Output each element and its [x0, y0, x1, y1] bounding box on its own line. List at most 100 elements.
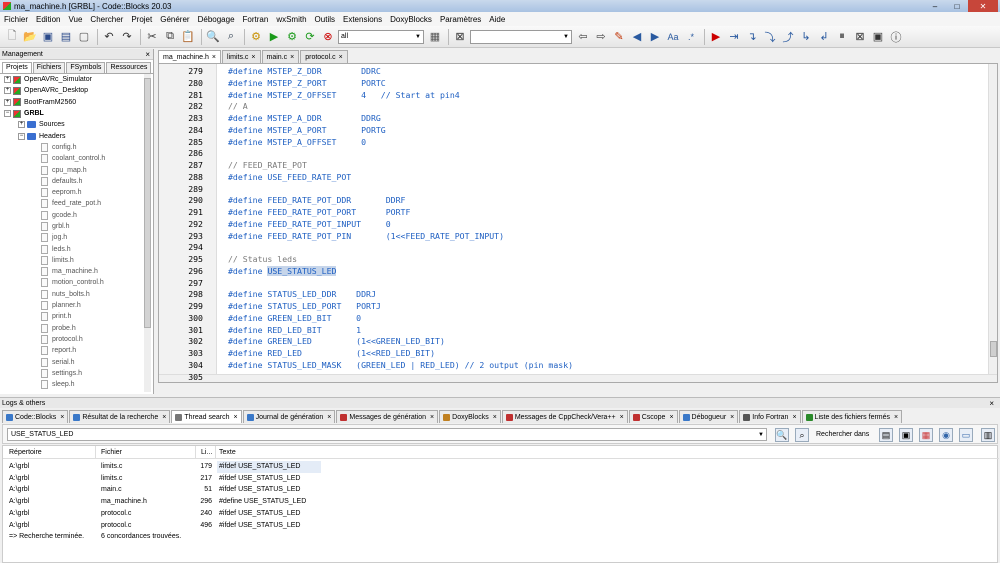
tree-item[interactable]: sleep.h — [0, 379, 153, 390]
highlight-pen-icon[interactable]: ✎ — [611, 29, 627, 45]
search-combo[interactable]: ▼ — [470, 29, 572, 44]
tree-item[interactable]: − GRBL — [0, 108, 153, 119]
open-icon[interactable]: 📂 — [22, 29, 38, 45]
code-line[interactable]: 286 — [159, 148, 989, 160]
build-run-icon[interactable]: ⚙ — [284, 29, 300, 45]
logs-tab[interactable]: Liste des fichiers fermés × — [801, 410, 903, 423]
expand-icon[interactable]: + — [18, 121, 25, 129]
next-occurrence-icon[interactable]: ▶ — [647, 29, 663, 45]
tree-scrollbar[interactable] — [144, 74, 151, 392]
code-line[interactable]: 280 #define MSTEP_Z_PORT PORTC — [159, 78, 989, 90]
close-window-button[interactable]: ✕ — [968, 0, 998, 12]
menu-fortran[interactable]: Fortran — [243, 15, 269, 24]
close-tab-icon[interactable]: × — [792, 414, 796, 421]
new-file-icon[interactable]: 🗋 — [4, 29, 20, 45]
logs-tab[interactable]: Cscope × — [628, 410, 678, 423]
thread-search-input[interactable]: USE_STATUS_LED ▼ — [7, 428, 767, 441]
stop-debug-icon[interactable]: ⊠ — [852, 29, 868, 45]
tree-item[interactable]: config.h — [0, 142, 153, 153]
close-management-button[interactable]: × — [145, 50, 150, 59]
abort-build-icon[interactable]: ⊗ — [320, 29, 336, 45]
menu-outils[interactable]: Outils — [315, 15, 335, 24]
cut-icon[interactable]: ✂ — [144, 29, 160, 45]
code-line[interactable]: 304 #define STATUS_LED_MASK (GREEN_LED | … — [159, 360, 989, 372]
code-line[interactable]: 302 #define GREEN_LED (1<<GREEN_LED_BIT) — [159, 336, 989, 348]
code-line[interactable]: 284 #define MSTEP_A_PORT PORTG — [159, 125, 989, 137]
debug-run-icon[interactable]: ▶ — [708, 29, 724, 45]
tree-item[interactable]: + OpenAVRc_Simulator — [0, 74, 153, 85]
next-instruction-icon[interactable]: ↳ — [798, 29, 814, 45]
editor-tab[interactable]: ma_machine.h × — [158, 50, 222, 63]
save-icon[interactable]: ▣ — [40, 29, 56, 45]
close-tab-icon[interactable]: × — [60, 414, 64, 421]
code-line[interactable]: 283 #define MSTEP_A_DDR DDRG — [159, 113, 989, 125]
logs-tab[interactable]: Journal de génération × — [242, 410, 336, 423]
nav-forward-icon[interactable]: ⇨ — [593, 29, 609, 45]
tree-item[interactable]: probe.h — [0, 323, 153, 334]
tab-fsymbols[interactable]: FSymbols — [66, 62, 106, 73]
expand-icon[interactable]: + — [4, 98, 11, 106]
expand-icon[interactable]: + — [4, 87, 11, 95]
menu-parametres[interactable]: Paramètres — [440, 15, 481, 24]
run-to-cursor-icon[interactable]: ⇥ — [726, 29, 742, 45]
close-tab-icon[interactable]: × — [493, 414, 497, 421]
tree-scroll-thumb[interactable] — [144, 78, 151, 328]
tree-item[interactable]: limits.h — [0, 255, 153, 266]
minimize-button[interactable]: – — [924, 0, 946, 12]
tree-item[interactable]: feed_rate_pot.h — [0, 198, 153, 209]
close-tab-icon[interactable]: × — [894, 414, 898, 421]
code-line[interactable]: 298 #define STATUS_LED_DDR DDRJ — [159, 289, 989, 301]
editor-vertical-scrollbar[interactable] — [988, 64, 997, 374]
tree-item[interactable]: leds.h — [0, 243, 153, 254]
code-line[interactable]: 292 #define FEED_RATE_POT_INPUT 0 — [159, 219, 989, 231]
column-fichier[interactable]: Fichier — [101, 449, 122, 456]
column-texte[interactable]: Texte — [219, 449, 236, 456]
replace-icon[interactable]: ⌕ — [223, 29, 239, 45]
regex-icon[interactable]: .* — [683, 29, 699, 45]
search-icon[interactable]: 🔍 — [775, 428, 789, 442]
logs-tab[interactable]: Code::Blocks × — [2, 410, 69, 423]
tree-item[interactable]: eeprom.h — [0, 187, 153, 198]
search-scope-open-files-icon[interactable]: ▤ — [879, 428, 893, 442]
paste-icon[interactable]: 📋 — [180, 29, 196, 45]
logs-tab[interactable]: DoxyBlocks × — [439, 410, 501, 423]
build-gear-icon[interactable]: ⚙ — [248, 29, 264, 45]
tab-projets[interactable]: Projets — [2, 62, 32, 73]
collapse-icon[interactable]: − — [4, 110, 11, 118]
table-row[interactable]: A:\grbl ma_machine.h 296 #define USE_STATUS… — [3, 496, 999, 508]
editor-scroll-thumb[interactable] — [990, 341, 997, 357]
code-line[interactable]: 295 // Status leds — [159, 254, 989, 266]
menu-debogage[interactable]: Débogage — [198, 15, 235, 24]
table-row[interactable]: A:\grbl main.c 51 #ifdef USE_STATUS_LED — [3, 484, 999, 496]
undo-icon[interactable]: ↶ — [101, 29, 117, 45]
column-divider[interactable] — [95, 446, 96, 459]
logs-tab[interactable]: Thread search × — [171, 410, 242, 423]
column-ligne[interactable]: Li... — [201, 449, 212, 456]
step-into-icon[interactable]: ⤵ — [762, 29, 778, 45]
search-scope-project-icon[interactable]: ◉ — [939, 428, 953, 442]
chevron-down-icon[interactable]: ▼ — [758, 432, 764, 438]
table-row[interactable]: A:\grbl limits.c 217 #ifdef USE_STATUS_LED — [3, 473, 999, 485]
logs-tab[interactable]: Info Fortran × — [739, 410, 801, 423]
tree-item[interactable]: ma_machine.h — [0, 266, 153, 277]
expand-icon[interactable]: + — [4, 76, 11, 84]
tree-item[interactable]: − Headers — [0, 130, 153, 141]
table-row[interactable]: A:\grbl protocol.c 240 #ifdef USE_STATUS_LE… — [3, 508, 999, 520]
tab-ressources[interactable]: Ressources — [106, 62, 152, 73]
tree-item[interactable]: planner.h — [0, 300, 153, 311]
close-tab-icon[interactable]: × — [730, 414, 734, 421]
code-editor[interactable]: 279 #define MSTEP_Z_DDR DDRC 280 #define MS… — [158, 63, 998, 383]
prev-occurrence-icon[interactable]: ◀ — [629, 29, 645, 45]
tree-item[interactable]: cpu_map.h — [0, 164, 153, 175]
show-target-dialog-icon[interactable]: ▦ — [427, 29, 443, 45]
code-line[interactable]: 290 #define FEED_RATE_POT_DDR DDRF — [159, 195, 989, 207]
code-line[interactable]: 293 #define FEED_RATE_POT_PIN (1<<FEED_RA… — [159, 231, 989, 243]
table-row[interactable]: A:\grbl limits.c 179 #ifdef USE_STATUS_LED — [3, 461, 999, 473]
cancel-search-icon[interactable]: ⊠ — [452, 29, 468, 45]
code-line[interactable]: 289 — [159, 184, 989, 196]
tree-item[interactable]: + OpenAVRc_Desktop — [0, 85, 153, 96]
editor-tab[interactable]: main.c × — [261, 50, 300, 63]
close-tab-icon[interactable]: × — [339, 54, 343, 61]
menu-chercher[interactable]: Chercher — [90, 15, 123, 24]
close-logs-button[interactable]: × — [989, 399, 994, 408]
